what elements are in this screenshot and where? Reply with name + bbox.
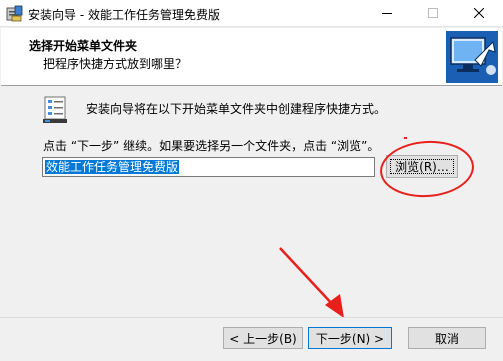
start-menu-folder-input[interactable]: 效能工作任务管理免费版 [42,157,375,177]
bottom-separator [0,317,503,318]
next-button-label: 下一步(N) > [315,331,385,346]
back-button-label: < 上一步(B) [229,331,297,346]
page-title: 选择开始菜单文件夹 [29,39,138,53]
page-subtitle: 把程序快捷方式放到哪里？ [43,57,188,71]
window-title: 安装向导 - 效能工作任务管理免费版 [28,8,220,22]
title-bar: 安装向导 - 效能工作任务管理免费版 [0,0,503,27]
close-icon [474,8,484,18]
cancel-button[interactable]: 取消 [408,327,486,349]
start-menu-folder-icon [43,96,67,123]
back-button[interactable]: < 上一步(B) [223,327,303,349]
minimize-button[interactable] [364,0,410,26]
folder-input-value: 效能工作任务管理免费版 [45,160,180,174]
installer-logo-icon [446,31,498,83]
next-button[interactable]: 下一步(N) > [308,327,392,349]
cancel-button-label: 取消 [434,331,459,346]
description-text: 安装向导将在以下开始菜单文件夹中创建程序快捷方式。 [86,102,387,116]
setup-app-icon [6,5,23,22]
maximize-button[interactable] [410,0,456,26]
annotation-circle [378,137,476,201]
instruction-text: 点击 “下一步” 继续。如果要选择另一个文件夹，点击 “浏览”。 [43,139,380,153]
maximize-icon [428,8,438,18]
minimize-icon [382,13,392,14]
setup-wizard-window: 安装向导 - 效能工作任务管理免费版 选择开始菜单文件夹 把程序快捷方式放到哪里… [0,0,503,361]
wizard-header: 选择开始菜单文件夹 把程序快捷方式放到哪里？ [1,28,502,86]
annotation-mark [404,137,407,139]
close-button[interactable] [456,0,502,26]
